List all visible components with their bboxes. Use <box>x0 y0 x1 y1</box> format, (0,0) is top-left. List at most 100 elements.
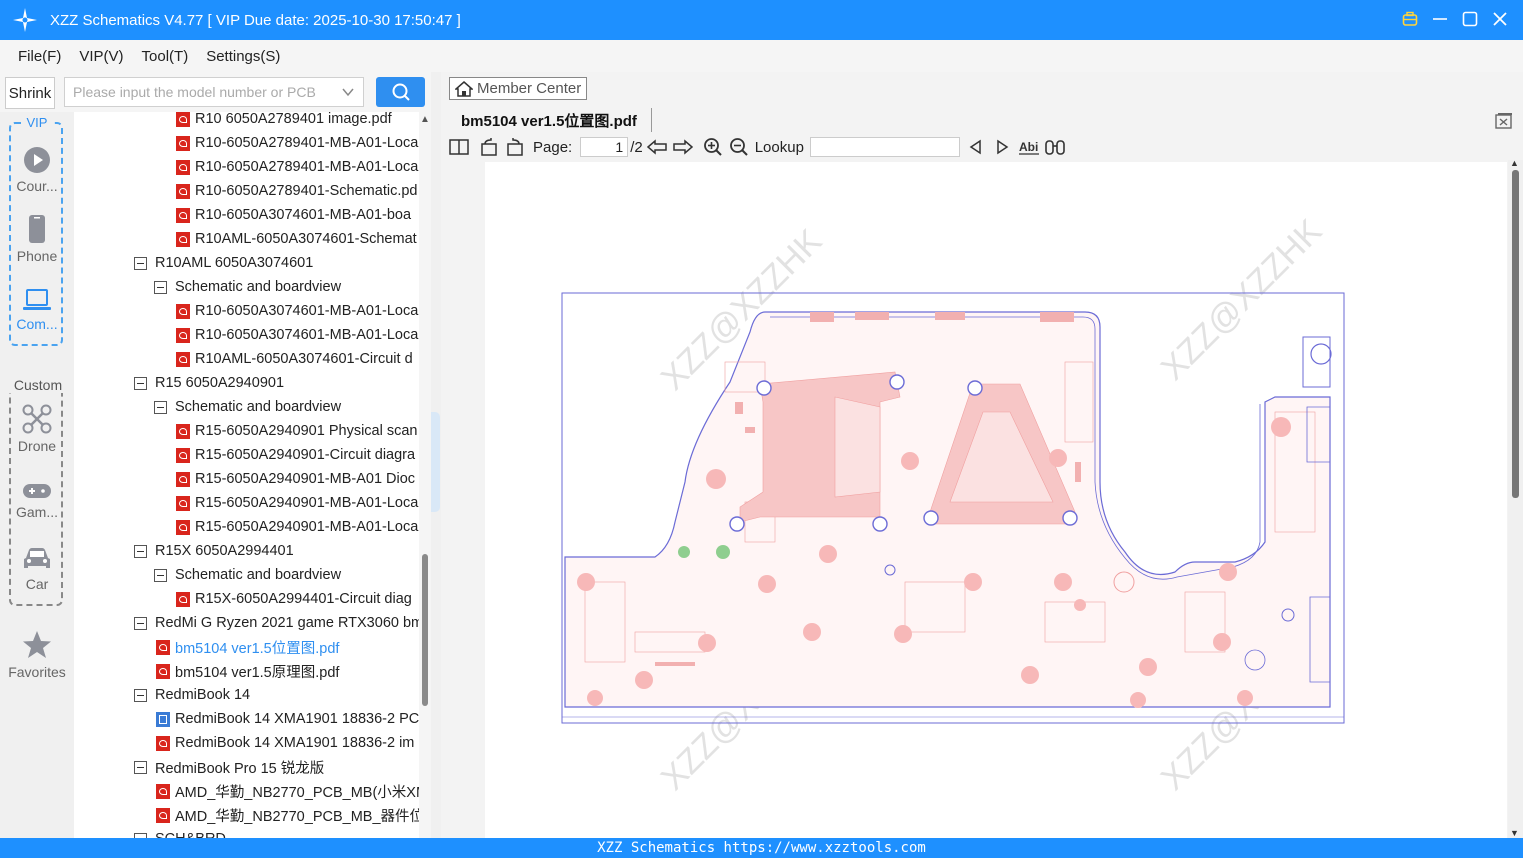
pdf-file-icon <box>176 327 190 343</box>
collapse-handle[interactable] <box>431 412 440 512</box>
close-button[interactable] <box>1491 8 1509 30</box>
tree-folder[interactable]: R10AML 6050A3074601 <box>134 251 313 275</box>
collapse-icon[interactable] <box>154 280 167 294</box>
page-total: /2 <box>630 138 643 156</box>
menu-tool[interactable]: Tool(T) <box>134 48 197 65</box>
tree-item-label: R10 6050A2789401 image.pdf <box>195 112 392 127</box>
prev-page-icon[interactable] <box>646 139 667 155</box>
tree-file[interactable]: R15X-6050A2994401-Circuit diag <box>176 587 412 611</box>
tree-file[interactable]: R10-6050A2789401-Schematic.pd <box>176 179 417 203</box>
pdf-file-icon <box>156 663 170 679</box>
tree-file[interactable]: R10-6050A3074601-MB-A01-boa <box>176 203 411 227</box>
tree-file[interactable]: R15-6050A2940901 Physical scan <box>176 419 417 443</box>
next-page-icon[interactable] <box>672 139 693 155</box>
nav-drone[interactable]: Drone <box>0 404 74 454</box>
find-previous-icon[interactable] <box>968 139 984 155</box>
chevron-down-icon[interactable] <box>341 85 355 99</box>
tree-folder[interactable]: Schematic and boardview <box>154 563 341 587</box>
pdf-file-icon <box>176 231 190 247</box>
zoom-out-icon[interactable] <box>729 137 749 157</box>
car-icon <box>24 548 50 568</box>
binoculars-icon[interactable] <box>1044 138 1066 156</box>
tree-item-label: RedmiBook 14 <box>155 687 251 703</box>
nav-games[interactable]: Gam... <box>0 482 74 520</box>
collapse-icon[interactable] <box>154 568 167 582</box>
tree-folder[interactable]: SCH&BRD <box>134 827 226 838</box>
shrink-button[interactable]: Shrink <box>5 77 55 109</box>
tree-file[interactable]: bm5104 ver1.5位置图.pdf <box>156 635 339 659</box>
collapse-icon[interactable] <box>154 400 167 414</box>
tree-file[interactable]: RedmiBook 14 XMA1901 18836-2 PC <box>156 707 419 731</box>
nav-phone[interactable]: Phone <box>0 214 74 264</box>
tree-file[interactable]: R10 6050A2789401 image.pdf <box>176 112 392 131</box>
tree-folder[interactable]: RedmiBook 14 <box>134 683 250 707</box>
tree-file[interactable]: RedmiBook 14 XMA1901 18836-2 im <box>156 731 414 755</box>
tree-file[interactable]: bm5104 ver1.5原理图.pdf <box>156 659 339 683</box>
menu-vip[interactable]: VIP(V) <box>71 48 131 65</box>
member-center-button[interactable]: Member Center <box>449 77 587 100</box>
tree-file[interactable]: R10AML-6050A3074601-Circuit d <box>176 347 413 371</box>
page-number-input[interactable]: 1 <box>580 137 629 157</box>
split-view-icon[interactable] <box>449 138 469 156</box>
tree-file[interactable]: R10-6050A2789401-MB-A01-Loca <box>176 155 418 179</box>
tree-folder[interactable]: Schematic and boardview <box>154 395 341 419</box>
tree-file[interactable]: AMD_华勤_NB2770_PCB_MB(小米XM <box>156 779 419 803</box>
tree-scroll-thumb[interactable] <box>422 554 428 706</box>
collapse-icon[interactable] <box>134 544 147 558</box>
collapse-icon[interactable] <box>134 376 147 390</box>
drone-icon <box>22 404 52 434</box>
app-logo-icon <box>13 8 37 32</box>
scroll-up-icon[interactable]: ▲ <box>1510 158 1519 168</box>
document-tab[interactable]: bm5104 ver1.5位置图.pdf <box>461 110 637 131</box>
collapse-icon[interactable] <box>134 256 147 270</box>
minimize-button[interactable] <box>1431 8 1449 30</box>
collapse-icon[interactable] <box>134 616 147 630</box>
tree-item-label: RedMi G Ryzen 2021 game RTX3060 bm <box>155 615 419 631</box>
tree-scrollbar[interactable]: ▲ <box>419 112 431 838</box>
tree-folder[interactable]: RedmiBook Pro 15 锐龙版 <box>134 755 324 779</box>
scroll-down-icon[interactable]: ▼ <box>1510 828 1519 838</box>
menu-settings[interactable]: Settings(S) <box>198 48 288 65</box>
tree-file[interactable]: R15-6050A2940901-MB-A01-Loca <box>176 515 418 539</box>
tree-file[interactable]: R15-6050A2940901-MB-A01 Dioc <box>176 467 415 491</box>
search-icon <box>392 83 410 101</box>
zoom-in-icon[interactable] <box>703 137 723 157</box>
maximize-button[interactable] <box>1461 8 1479 30</box>
nav-courses[interactable]: Cour... <box>0 146 74 194</box>
tree-file[interactable]: R15-6050A2940901-MB-A01-Loca <box>176 491 418 515</box>
nav-favorites[interactable]: Favorites <box>0 630 74 680</box>
tree-folder[interactable]: R15X 6050A2994401 <box>134 539 294 563</box>
search-bar: Shrink Please input the model number or … <box>0 72 440 112</box>
lookup-label: Lookup <box>754 138 804 156</box>
tree-file[interactable]: R15-6050A2940901-Circuit diagra <box>176 443 415 467</box>
nav-computer[interactable]: Com... <box>0 288 74 332</box>
tree-folder[interactable]: RedMi G Ryzen 2021 game RTX3060 bm <box>134 611 419 635</box>
search-input[interactable]: Please input the model number or PCB <box>64 77 364 107</box>
pdf-page[interactable]: XZZ@XZZHK XZZ@XZZHK XZZ@XZZHK XZZ@XZZHK <box>485 162 1507 838</box>
tree-file[interactable]: R10-6050A3074601-MB-A01-Loca <box>176 299 418 323</box>
rotate-right-icon[interactable] <box>505 138 525 156</box>
tree-file[interactable]: R10AML-6050A3074601-Schemat <box>176 227 417 251</box>
tree-folder[interactable]: Schematic and boardview <box>154 275 341 299</box>
pdf-file-icon <box>176 303 190 319</box>
tree-file[interactable]: R10-6050A2789401-MB-A01-Loca <box>176 131 418 155</box>
close-tab-icon[interactable] <box>1495 112 1513 130</box>
find-next-icon[interactable] <box>994 139 1010 155</box>
scroll-up-icon[interactable]: ▲ <box>420 114 430 125</box>
lookup-input[interactable] <box>809 137 960 157</box>
tree-item-label: R10-6050A3074601-MB-A01-Loca <box>195 327 419 343</box>
collapse-icon[interactable] <box>134 688 147 702</box>
viewer-scroll-thumb[interactable] <box>1512 170 1519 498</box>
search-button[interactable] <box>376 77 425 107</box>
briefcase-icon[interactable] <box>1401 8 1419 30</box>
match-text-icon[interactable]: Abi <box>1018 139 1040 155</box>
tree-file[interactable]: AMD_华勤_NB2770_PCB_MB_器件位号 <box>156 803 419 827</box>
rotate-left-icon[interactable] <box>479 138 499 156</box>
viewer-scrollbar[interactable]: ▲ ▼ <box>1508 158 1523 838</box>
nav-car[interactable]: Car <box>0 546 74 592</box>
tree-item-label: R15X 6050A2994401 <box>155 543 294 559</box>
tree-file[interactable]: R10-6050A3074601-MB-A01-Loca <box>176 323 418 347</box>
collapse-icon[interactable] <box>134 760 147 774</box>
menu-file[interactable]: File(F) <box>10 48 69 65</box>
tree-folder[interactable]: R15 6050A2940901 <box>134 371 284 395</box>
